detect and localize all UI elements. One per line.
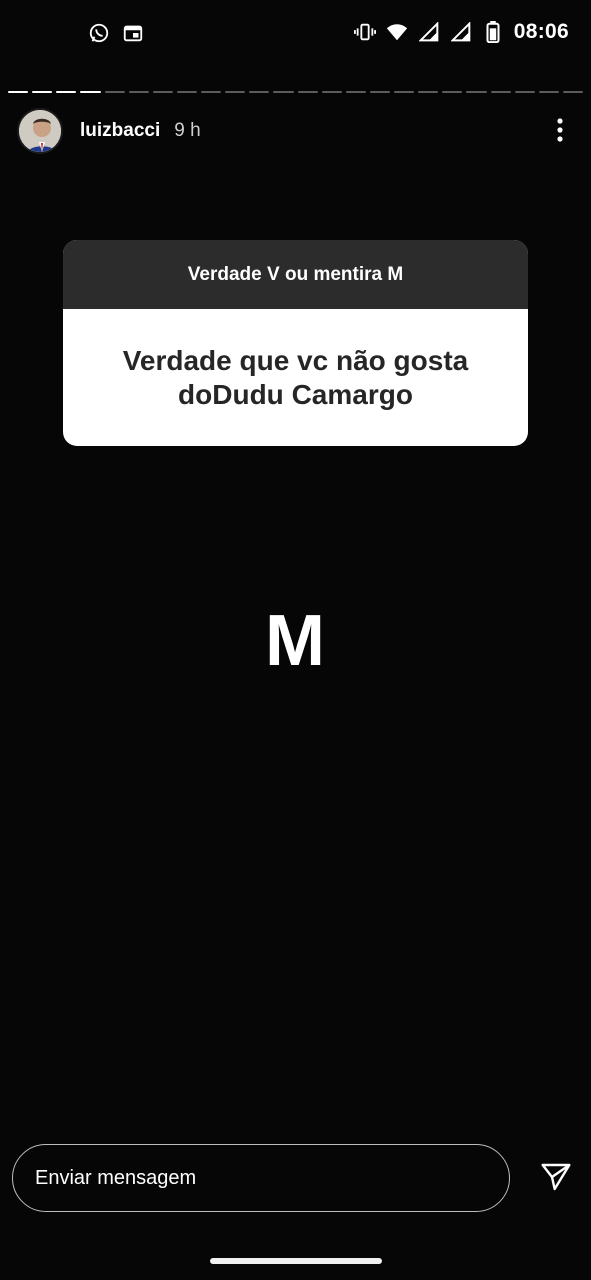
- avatar[interactable]: [17, 108, 63, 154]
- message-placeholder: Enviar mensagem: [35, 1166, 197, 1189]
- signal-icon-2: [450, 21, 472, 43]
- more-vertical-icon: [557, 118, 563, 142]
- sticker-question: Verdade que vc não gosta doDudu Camargo: [122, 344, 469, 410]
- question-sticker[interactable]: Verdade V ou mentira M Verdade que vc nã…: [63, 240, 528, 446]
- username[interactable]: luizbacci: [80, 120, 160, 142]
- progress-segment: [490, 91, 511, 93]
- progress-segment: [297, 91, 318, 93]
- story-answer-text: M: [265, 601, 326, 681]
- status-time: 08:06: [513, 20, 569, 43]
- progress-segment: [249, 91, 270, 93]
- progress-segment: [201, 91, 222, 93]
- progress-segment: [152, 91, 173, 93]
- progress-segment: [418, 91, 439, 93]
- story-progress-bar: [8, 91, 583, 94]
- progress-segment: [32, 91, 53, 93]
- sticker-title: Verdade V ou mentira M: [63, 240, 528, 309]
- progress-segment: [80, 91, 101, 93]
- post-time: 9 h: [174, 120, 201, 141]
- signal-icon: [418, 21, 440, 43]
- home-indicator[interactable]: [210, 1258, 382, 1264]
- more-options-button[interactable]: [545, 115, 575, 145]
- progress-segment: [394, 91, 415, 93]
- progress-segment: [176, 91, 197, 93]
- progress-segment: [56, 91, 77, 93]
- wifi-icon: [386, 21, 408, 43]
- status-right: 08:06: [353, 20, 569, 44]
- send-message-input[interactable]: Enviar mensagem: [12, 1144, 510, 1212]
- send-button[interactable]: [538, 1159, 574, 1195]
- progress-segment: [562, 91, 583, 93]
- whatsapp-icon: [88, 22, 110, 44]
- progress-segment: [514, 91, 535, 93]
- progress-segment: [345, 91, 366, 93]
- status-left: [88, 22, 144, 44]
- progress-segment: [538, 91, 559, 93]
- progress-segment: [273, 91, 294, 93]
- progress-segment: [321, 91, 342, 93]
- status-bar: 08:06: [0, 0, 591, 68]
- story-screen: 08:06 luizbacci 9 h Verdade V ou mentira…: [0, 0, 591, 1280]
- vibrate-icon: [353, 21, 376, 43]
- progress-segment: [128, 91, 149, 93]
- battery-icon: [482, 21, 504, 43]
- progress-segment: [104, 91, 125, 93]
- progress-segment: [8, 91, 29, 93]
- progress-segment: [369, 91, 390, 93]
- progress-segment: [225, 91, 246, 93]
- calendar-icon: [122, 22, 144, 44]
- progress-segment: [466, 91, 487, 93]
- progress-segment: [442, 91, 463, 93]
- story-header: luizbacci 9 h: [17, 107, 575, 155]
- send-icon: [541, 1163, 571, 1191]
